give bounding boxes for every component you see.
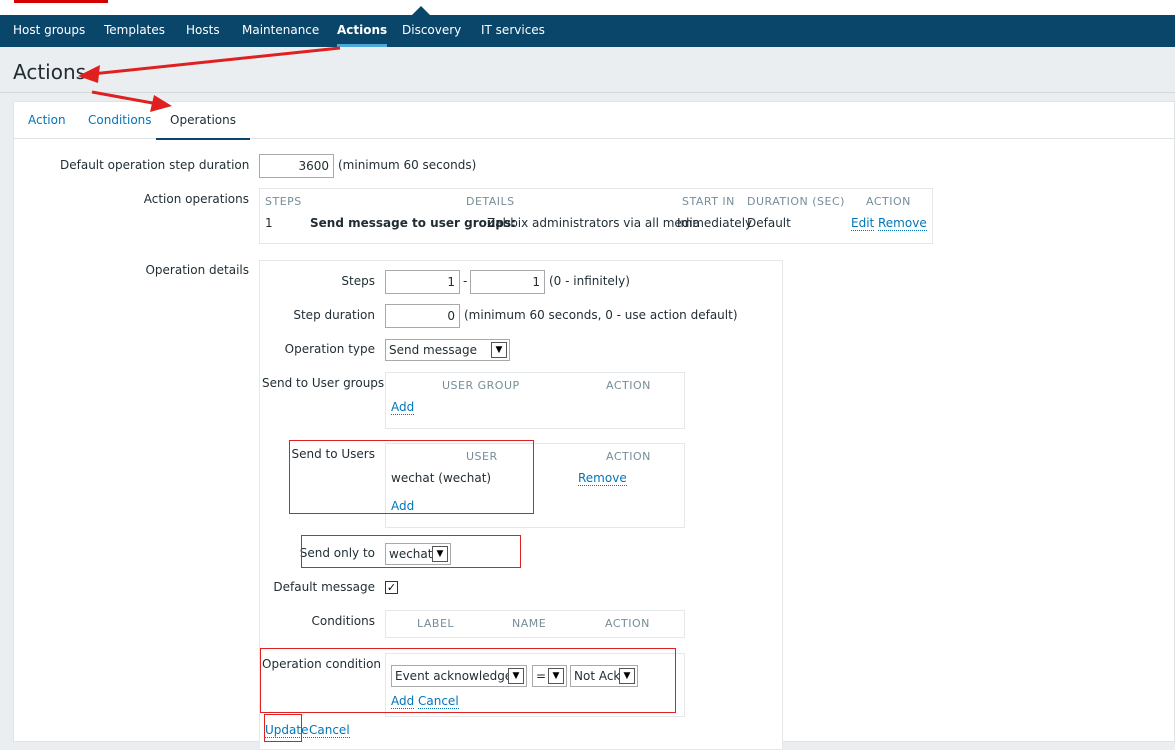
tab-bar: Action Conditions Operations xyxy=(14,102,1174,140)
nav-it-services[interactable]: IT services xyxy=(481,15,545,47)
chevron-down-icon: ▼ xyxy=(491,342,507,358)
default-step-duration-input[interactable]: 3600 xyxy=(259,154,334,178)
step-duration-hint: (minimum 60 seconds, 0 - use action defa… xyxy=(464,308,738,322)
ops-header-duration: DURATION (SEC) xyxy=(747,195,845,208)
ops-header-details: DETAILS xyxy=(466,195,515,208)
annotation-arrow-line xyxy=(91,46,341,76)
tab-conditions[interactable]: Conditions xyxy=(88,102,152,139)
annotation-box-operation-condition xyxy=(260,648,676,713)
cond-header-action: ACTION xyxy=(605,617,650,630)
tab-action[interactable]: Action xyxy=(28,102,66,139)
steps-label: Steps xyxy=(341,274,375,288)
default-message-checkbox[interactable]: ✓ xyxy=(385,581,398,594)
operation-type-select[interactable]: Send message ▼ xyxy=(385,339,510,361)
logo xyxy=(14,0,108,3)
groups-header-user-group: USER GROUP xyxy=(442,379,520,392)
tab-operations[interactable]: Operations xyxy=(156,102,250,140)
cond-header-name: NAME xyxy=(512,617,547,630)
steps-from-input[interactable]: 1 xyxy=(385,270,460,294)
operation-details-label: Operation details xyxy=(145,263,249,277)
cancel-link[interactable]: Cancel xyxy=(309,724,350,738)
nav-caret-icon xyxy=(412,6,430,15)
cond-header-label: LABEL xyxy=(417,617,455,630)
operation-type-value: Send message xyxy=(389,343,477,357)
step-duration-input[interactable]: 0 xyxy=(385,304,460,328)
ops-edit-link[interactable]: Edit xyxy=(851,217,875,231)
nav-maintenance[interactable]: Maintenance xyxy=(242,15,319,47)
send-to-groups-label: Send to User groups xyxy=(262,376,385,390)
ops-row-details-target: Zabbix administrators via all media xyxy=(487,216,701,230)
remove-user-link[interactable]: Remove xyxy=(578,472,627,486)
default-message-label: Default message xyxy=(273,580,375,594)
annotation-box-send-only-to xyxy=(301,535,521,568)
steps-hint: (0 - infinitely) xyxy=(549,274,630,288)
ops-row-duration: Default xyxy=(747,216,791,230)
nav-actions[interactable]: Actions xyxy=(337,15,388,47)
nav-templates[interactable]: Templates xyxy=(104,15,165,47)
users-header-action: ACTION xyxy=(606,450,651,463)
default-step-duration-label: Default operation step duration xyxy=(60,158,250,172)
action-operations-label: Action operations xyxy=(143,192,249,206)
annotation-box-update xyxy=(264,714,302,742)
top-strip xyxy=(0,0,1175,15)
ops-header-action: ACTION xyxy=(866,195,911,208)
page-title: Actions xyxy=(13,60,87,84)
operation-type-label: Operation type xyxy=(284,342,375,356)
ops-header-start-in: START IN xyxy=(682,195,735,208)
default-step-duration-hint: (minimum 60 seconds) xyxy=(338,158,477,172)
groups-header-action: ACTION xyxy=(606,379,651,392)
nav-host-groups[interactable]: Host groups xyxy=(13,15,85,47)
steps-to-input[interactable]: 1 xyxy=(470,270,545,294)
conditions-label: Conditions xyxy=(311,614,375,628)
ops-remove-link[interactable]: Remove xyxy=(878,217,927,231)
ops-row-steps: 1 xyxy=(265,216,273,230)
top-navigation: Host groups Templates Hosts Maintenance … xyxy=(0,15,1175,47)
annotation-box-send-to-users xyxy=(289,440,534,514)
ops-row-start-in: Immediately xyxy=(677,216,753,230)
divider xyxy=(0,92,1175,93)
ops-header-steps: STEPS xyxy=(265,195,302,208)
nav-hosts[interactable]: Hosts xyxy=(186,15,220,47)
steps-separator: - xyxy=(463,274,468,288)
step-duration-label: Step duration xyxy=(293,308,375,322)
add-user-group-link[interactable]: Add xyxy=(391,401,415,415)
nav-discovery[interactable]: Discovery xyxy=(402,15,461,47)
ops-row-details-type: Send message to user groups: xyxy=(310,216,516,230)
